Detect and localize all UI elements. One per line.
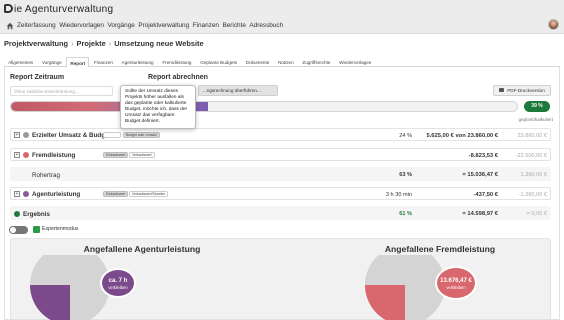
progress-percent-badge: 39 %	[524, 101, 550, 112]
pill-verkaufswert[interactable]: Verkaufswert	[129, 152, 155, 158]
chart-title-agentur: Angefallene Agenturleistung	[83, 244, 201, 254]
tab-dokumente[interactable]: Dokumente	[242, 56, 274, 66]
row-agenturleistung: + Agenturleistung Einkaufswert Verkaufsw…	[10, 187, 551, 200]
expert-mode-label: Expertenmodus	[42, 226, 79, 232]
chart-title-fremd: Angefallene Fremdleistung	[384, 244, 496, 254]
breadcrumb-item[interactable]: Projekte	[77, 39, 106, 48]
breadcrumb: Projektverwaltung › Projekte › Umsetzung neu…	[4, 39, 204, 48]
row-percent: 24 %	[399, 133, 412, 139]
gauge-fremd-center: 13.676,47 € verbleiben	[435, 266, 477, 300]
gauge-fremd-value: 13.676,47 €	[440, 278, 472, 284]
expand-icon[interactable]: +	[14, 152, 20, 158]
gauge-agentur-sub: verbleiben	[108, 285, 128, 290]
row-umsatz-budget: + Erzielter Umsatz & Budget Budget oder …	[10, 128, 551, 141]
pdf-button-label: PDF-Druckversion	[507, 88, 545, 93]
row-percent: 63 %	[399, 172, 412, 178]
nav-item-vorgänge[interactable]: Vorgänge	[107, 22, 134, 29]
breadcrumb-chevron-icon: ›	[108, 39, 112, 48]
row-color-dot	[23, 132, 29, 138]
budget-progress-bar	[10, 101, 518, 112]
row-amount: 5.625,00 € von 23.860,00 €	[426, 133, 498, 139]
expert-mode-toggle[interactable]	[9, 226, 28, 234]
row-ref: = 0,00 €	[526, 211, 547, 217]
gauge-agentur	[30, 255, 110, 320]
nav-item-berichte[interactable]: Berichte	[222, 22, 245, 29]
row-ref: 23.860,00 €	[517, 133, 547, 139]
gauge-fremd-fill	[365, 285, 405, 320]
row-label: Ergebnis	[23, 211, 50, 218]
nav-item-zeiterfassung[interactable]: Zeiterfassung	[17, 22, 56, 29]
nav-item-wiedervorlagen[interactable]: Wiedervorlagen	[59, 22, 104, 29]
row-percent: 61 %	[399, 211, 412, 217]
tab-fremdleistung[interactable]: Fremdleistung	[158, 56, 195, 66]
home-icon[interactable]	[6, 22, 14, 32]
project-tabs: Allgemeines Vorgänge Report Finanzen Agentur…	[4, 56, 560, 67]
app-logo[interactable]: ie Agenturverwaltung	[4, 4, 113, 15]
gauge-fremd-sub: verbleiben	[446, 285, 466, 290]
logo-d-icon	[4, 4, 13, 13]
tab-agenturleistung[interactable]: Agenturleistung	[117, 56, 157, 66]
pill-einkaufswert[interactable]: Einkaufswert	[103, 191, 129, 197]
row-ref: 1.360,00 €	[520, 172, 547, 178]
user-avatar[interactable]	[548, 19, 559, 30]
pill-budget-umsatz[interactable]: Budget oder Umsatz	[123, 132, 160, 138]
gauge-agentur-fill	[30, 285, 70, 320]
expand-icon[interactable]: +	[14, 132, 20, 138]
row-ref: -1.360,00 €	[518, 192, 547, 198]
top-header: ie Agenturverwaltung Zeiterfassung Wieder…	[0, 0, 564, 34]
zeitraum-input[interactable]: Ohne zeitliche Einschränkung...	[10, 86, 113, 96]
app-title: ie Agenturverwaltung	[14, 4, 114, 15]
toggle-knob	[10, 227, 16, 233]
row-label: Erzielter Umsatz & Budget	[32, 132, 111, 139]
pdf-print-button[interactable]: PDF-Druckversion	[493, 85, 551, 96]
row-label: Rohertrag	[32, 172, 61, 179]
row-amount: = 14.598,97 €	[462, 211, 498, 217]
nav-item-adressbuch[interactable]: Adressbuch	[249, 22, 283, 29]
gauge-fremd	[365, 255, 445, 320]
row-color-dot	[14, 211, 20, 217]
breadcrumb-item: Umsetzung neue Website	[114, 39, 204, 48]
budget-tooltip: Sollte der Umsatz dieses Projekts höher …	[120, 85, 196, 129]
main-nav: Zeiterfassung Wiedervorlagen Vorgänge Proje…	[17, 22, 287, 29]
nav-item-projektverwaltung[interactable]: Projektverwaltung	[138, 22, 189, 29]
tab-wiedervorlagen[interactable]: Wiedervorlagen	[335, 56, 376, 66]
row-hours: 3 h 30 min	[385, 192, 412, 198]
tab-zugriffsrechte[interactable]: Zugriffsrechte	[298, 56, 334, 66]
gauge-agentur-value: ca. 7 h	[108, 278, 128, 284]
row-ref: -22.500,00 €	[515, 153, 547, 159]
expert-mode-checkbox[interactable]	[33, 226, 40, 233]
tab-report[interactable]: Report	[66, 57, 90, 67]
row-amount: = 15.036,47 €	[462, 172, 498, 178]
row-ergebnis: Ergebnis 61 % = 14.598,97 € = 0,00 €	[10, 206, 551, 220]
pill-einkaufswert[interactable]: Einkaufswert	[103, 152, 129, 158]
row-fremdleistung: + Fremdleistung Einkaufswert Verkaufswer…	[10, 148, 551, 161]
report-zeitraum-title: Report Zeitraum	[10, 74, 65, 81]
printer-icon	[499, 88, 505, 92]
breadcrumb-chevron-icon: ›	[71, 39, 74, 48]
tab-notizen[interactable]: Notizen	[274, 56, 298, 66]
row-color-dot	[23, 191, 29, 197]
row-amount: -437,50 €	[473, 192, 499, 198]
row-rohertrag: Rohertrag 63 % = 15.036,47 € 1.360,00 €	[10, 167, 551, 181]
row-color-dot	[23, 152, 29, 158]
pill-verkaufswert-stunden[interactable]: Verkaufswert/Stunden	[129, 191, 169, 197]
expand-icon[interactable]: +	[14, 191, 20, 197]
column-label-geplant: geplant/kalkuliert	[518, 117, 553, 122]
nav-item-finanzen[interactable]: Finanzen	[193, 22, 219, 29]
breadcrumb-item[interactable]: Projektverwaltung	[4, 39, 68, 48]
tab-allgemeines[interactable]: Allgemeines	[4, 56, 37, 66]
gauge-agentur-center: ca. 7 h verbleiben	[100, 268, 136, 298]
tab-finanzen[interactable]: Finanzen	[90, 56, 117, 66]
tab-vorgänge[interactable]: Vorgänge	[38, 56, 66, 66]
tab-geplante-budgets[interactable]: Geplante Budgets	[196, 56, 241, 66]
report-abrechnen-title: Report abrechnen	[148, 74, 208, 81]
row-amount: -8.823,53 €	[468, 153, 498, 159]
row-label: Agenturleistung	[32, 191, 81, 198]
abrechnen-button[interactable]: ...ngsrechnung überführen...	[198, 85, 278, 96]
pill-option[interactable]	[103, 132, 121, 138]
row-label: Fremdleistung	[32, 152, 76, 159]
